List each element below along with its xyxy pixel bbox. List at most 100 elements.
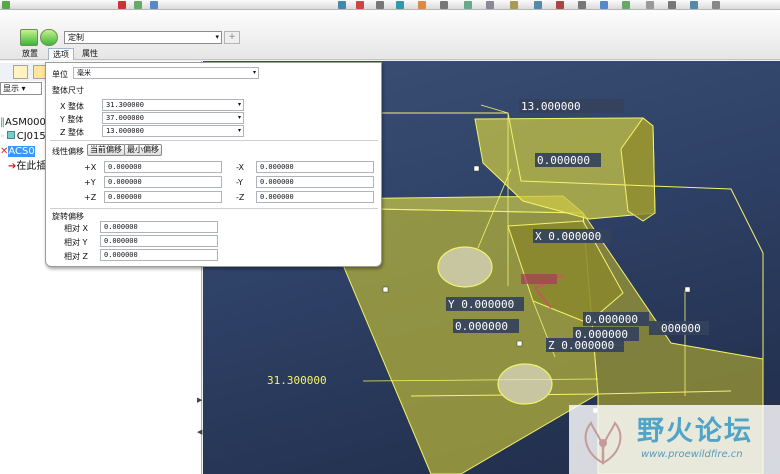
drag-handle (473, 165, 480, 172)
tool-icon[interactable] (600, 1, 608, 9)
relative-x-label: 相对 X (64, 224, 89, 233)
tool-icon[interactable] (556, 1, 564, 9)
tree-view-button[interactable] (13, 65, 28, 79)
tool-icon[interactable] (118, 1, 126, 9)
tool-icon[interactable] (622, 1, 630, 9)
relative-z-field[interactable]: 0.000000 (100, 249, 218, 261)
x-overall-field[interactable]: 31.300000 ▾ (102, 99, 244, 111)
tool-icon[interactable] (464, 1, 472, 9)
plus-x-field[interactable]: 0.000000 (104, 161, 222, 173)
tree-item-label: CJ015 (16, 131, 46, 142)
field-value: 0.000000 (104, 237, 138, 245)
watermark-title: 野火论坛 (637, 416, 753, 447)
field-value: 0.000000 (108, 193, 142, 201)
show-select[interactable]: 显示 ▾ (0, 82, 42, 95)
tab-properties[interactable]: 属性 (78, 48, 102, 60)
relative-z-label: 相对 Z (64, 252, 89, 261)
dim-top-value[interactable]: 13.000000 (521, 100, 581, 113)
minus-z-field[interactable]: 0.000000 (256, 191, 374, 203)
dim-leader (480, 104, 509, 114)
minus-x-field[interactable]: 0.000000 (256, 161, 374, 173)
tool-icon[interactable] (396, 1, 404, 9)
dim-top-offset-value[interactable]: 0.000000 (537, 154, 590, 167)
field-value: 0.000000 (104, 223, 138, 231)
minus-y-field[interactable]: 0.000000 (256, 176, 374, 188)
tool-icon[interactable] (510, 1, 518, 9)
tool-icon[interactable] (134, 1, 142, 9)
chevron-down-icon: ▾ (237, 114, 241, 121)
forum-logo-icon (584, 421, 622, 465)
dim-z-value[interactable]: Z 0.000000 (548, 339, 614, 352)
top-toolbar (0, 0, 780, 10)
tool-icon[interactable] (712, 1, 720, 9)
tool-icon[interactable] (646, 1, 654, 9)
z-overall-field[interactable]: 13.000000 ▾ (102, 125, 244, 137)
plus-z-field[interactable]: 0.000000 (104, 191, 222, 203)
tool-icon[interactable] (486, 1, 494, 9)
field-value: 0.000000 (260, 163, 294, 171)
unit-label: 单位 (52, 70, 68, 79)
dim-x-value[interactable]: X 0.000000 (535, 230, 601, 243)
panel-splitter[interactable]: ▶ ◀ (197, 396, 202, 451)
dim-y-value[interactable]: Y 0.000000 (448, 298, 514, 311)
tool-icon[interactable] (534, 1, 542, 9)
tool-icon[interactable] (338, 1, 346, 9)
relative-y-label: 相对 Y (64, 238, 88, 247)
drag-handle (382, 286, 389, 293)
block-shape-button[interactable] (20, 29, 38, 46)
watermark-url: www.proewildfire.cn (641, 449, 743, 460)
field-value: 37.000000 (106, 114, 144, 122)
dim-mid-c-value[interactable]: 000000 (661, 322, 701, 335)
tree-item-assembly[interactable]: ‖ASM000 (0, 116, 46, 130)
tool-icon[interactable] (668, 1, 676, 9)
plus-y-field[interactable]: 0.000000 (104, 176, 222, 188)
relative-x-field[interactable]: 0.000000 (100, 221, 218, 233)
unit-select-value: 毫米 (77, 69, 91, 77)
forum-watermark: 野火论坛 www.proewildfire.cn (569, 405, 780, 474)
min-offset-button[interactable]: 最小偏移 (124, 144, 162, 156)
dim-mid-a-value[interactable]: 0.000000 (585, 313, 638, 326)
dim-y-offset-value[interactable]: 0.000000 (455, 320, 508, 333)
field-value: 13.000000 (106, 127, 144, 135)
tab-placement[interactable]: 放置 (18, 48, 42, 60)
relative-y-field[interactable]: 0.000000 (100, 235, 218, 247)
tree-item-coordinate-system[interactable]: ✕ACS0 (0, 145, 35, 159)
tool-icon[interactable] (376, 1, 384, 9)
tool-icon[interactable] (150, 1, 158, 9)
minus-z-label: -Z (236, 193, 245, 202)
feature-dashboard: 定制 ▾ + 放置 选项 属性 (0, 10, 780, 60)
field-value: 0.000000 (108, 178, 142, 186)
tool-icon[interactable] (578, 1, 586, 9)
minus-y-label: -Y (236, 178, 243, 187)
tree-item-part[interactable]: ◦ CJ015 (0, 130, 46, 144)
hole-lower (497, 363, 553, 405)
unit-select[interactable]: 毫米 ▾ (73, 67, 259, 79)
expand-icon: ◦ (0, 132, 5, 141)
cylinder-shape-button[interactable] (40, 29, 58, 46)
tab-options[interactable]: 选项 (48, 48, 74, 60)
datum-marker (521, 274, 557, 284)
edit-icon[interactable] (2, 1, 10, 9)
tool-icon[interactable] (418, 1, 426, 9)
tool-icon[interactable] (356, 1, 364, 9)
tool-icon[interactable] (690, 1, 698, 9)
y-overall-field[interactable]: 37.000000 ▾ (102, 112, 244, 124)
plus-y-label: +Y (84, 178, 96, 187)
current-offset-button[interactable]: 当前偏移 (87, 144, 125, 156)
show-select-label: 显示 (3, 84, 19, 93)
template-select[interactable]: 定制 ▾ (64, 31, 222, 44)
x-overall-label: X 整体 (60, 102, 85, 111)
dim-left-value[interactable]: 31.300000 (267, 374, 327, 387)
y-overall-label: Y 整体 (60, 115, 84, 124)
divider (50, 140, 378, 141)
rotation-offset-title: 旋转偏移 (52, 212, 84, 221)
pin-button[interactable]: + (224, 31, 240, 44)
tree-item-label: 在此插 (16, 161, 47, 172)
field-value: 0.000000 (108, 163, 142, 171)
chevron-down-icon: ▾ (237, 101, 241, 108)
minus-x-label: -X (236, 163, 244, 172)
tool-icon[interactable] (440, 1, 448, 9)
tree-item-insert-here[interactable]: ➔在此插 (0, 160, 46, 174)
chevron-down-icon: ▾ (237, 127, 241, 134)
tree-item-label: ACS0 (8, 146, 35, 157)
